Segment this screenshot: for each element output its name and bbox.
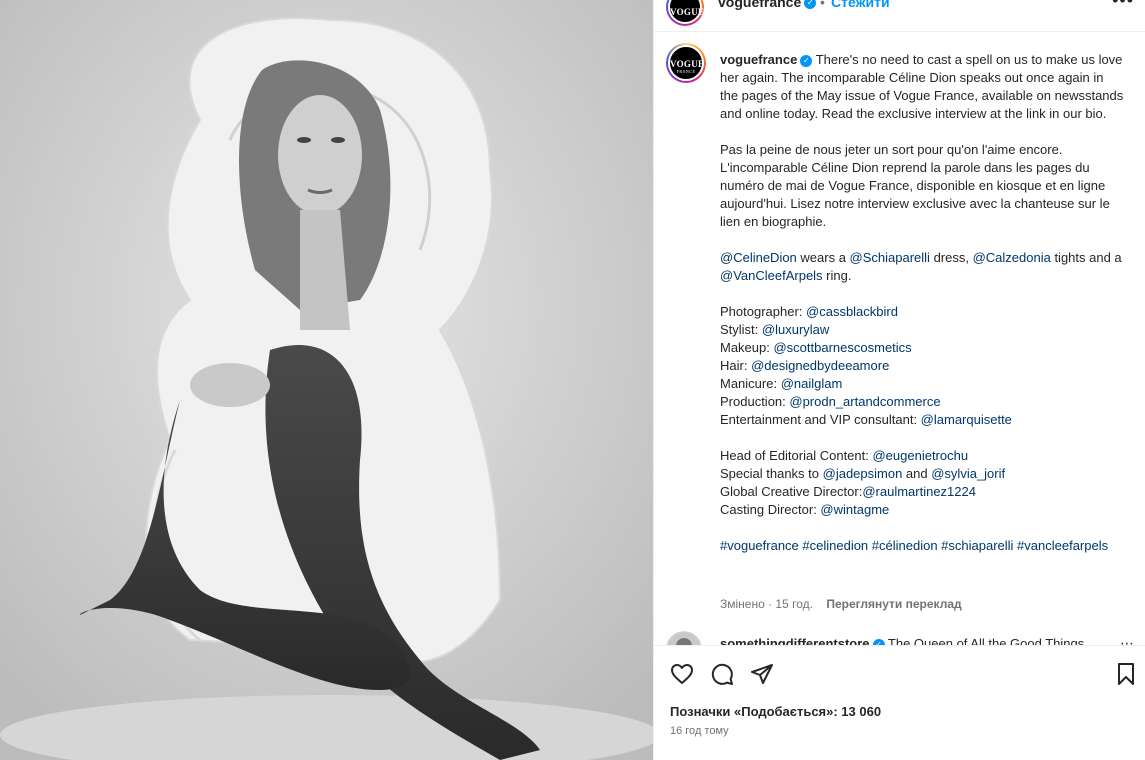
share-icon[interactable]	[748, 660, 776, 688]
header-username-text[interactable]: voguefrance	[718, 0, 801, 10]
credit-line: Global Creative Director:@raulmartinez12…	[720, 483, 1124, 501]
edited-timestamp: Змінено · 15 год.	[720, 597, 813, 611]
mention-link[interactable]: @lamarquisette	[921, 412, 1012, 427]
caption-text: tights and a	[1050, 250, 1122, 265]
mention-link[interactable]: @eugenietrochu	[872, 448, 968, 463]
credit-label: Head of Editorial Content:	[720, 448, 873, 463]
comment-text: The Queen of All the Good Things	[887, 636, 1085, 645]
more-icon[interactable]: •••	[1112, 0, 1134, 11]
comment-more-icon[interactable]: ⋯	[1120, 635, 1134, 645]
credit-line: Entertainment and VIP consultant: @lamar…	[720, 411, 1124, 429]
caption-avatar[interactable]: VOGUE FRANCE	[668, 45, 704, 81]
avatar-logo-text: VOGUE	[670, 7, 705, 17]
likes-count[interactable]: Позначки «Подобається»: 13 060	[670, 704, 881, 719]
credit-line: Casting Director: @wintagme	[720, 501, 1124, 519]
caption-username[interactable]: voguefrance	[720, 52, 797, 67]
credit-label: Manicure:	[720, 376, 781, 391]
credit-label: Makeup:	[720, 340, 774, 355]
comment-icon[interactable]	[708, 660, 736, 688]
mention-link[interactable]: @cassblackbird	[806, 304, 898, 319]
mention-link[interactable]: @nailglam	[781, 376, 843, 391]
post-header: VOGUE voguefrance ✓ • Стежити •••	[654, 0, 1145, 32]
caption-avatar-sub: FRANCE	[676, 69, 696, 74]
credit-line: Stylist: @luxurylaw	[720, 321, 1124, 339]
credit-label: Hair:	[720, 358, 752, 373]
mention-link[interactable]: @Calzedonia	[973, 250, 1051, 265]
credit-line: Special thanks to @jadepsimon and @sylvi…	[720, 465, 1124, 483]
header-separator: •	[820, 0, 825, 10]
photo-illustration	[0, 0, 653, 760]
post-photo[interactable]	[0, 0, 653, 760]
post-time: 16 год тому	[670, 725, 729, 737]
credit-line: Makeup: @scottbarnescosmetics	[720, 339, 1124, 357]
credit-label: and	[902, 466, 932, 481]
credit-line: Hair: @designedbydeeamore	[720, 357, 1124, 375]
credit-line: Photographer: @cassblackbird	[720, 303, 1124, 321]
credit-line: Production: @prodn_artandcommerce	[720, 393, 1124, 411]
header-avatar-ring[interactable]: VOGUE	[666, 0, 704, 26]
caption-text: wears a	[796, 250, 850, 265]
avatar[interactable]: VOGUE	[668, 0, 705, 24]
mention-link[interactable]: @prodn_artandcommerce	[789, 394, 940, 409]
comment: somethingdifferentstore ✓ The Queen of Al…	[720, 636, 1124, 645]
caption-text: ring.	[822, 268, 852, 283]
caption-text: dress,	[929, 250, 973, 265]
comment-username[interactable]: somethingdifferentstore	[720, 636, 870, 645]
credit-label: Special thanks to	[720, 466, 823, 481]
comments-section[interactable]: VOGUE FRANCE voguefrance ✓ There's no nee…	[654, 33, 1145, 645]
caption-avatar-ring[interactable]: VOGUE FRANCE	[666, 43, 706, 83]
mention-link[interactable]: @wintagme	[820, 502, 889, 517]
mention-link[interactable]: @designedbydeeamore	[751, 358, 889, 373]
credit-label: Entertainment and VIP consultant:	[720, 412, 921, 427]
mention-link[interactable]: @VanCleefArpels	[720, 268, 823, 283]
credit-label: Global Creative Director:	[720, 484, 863, 499]
follow-button[interactable]: Стежити	[831, 0, 890, 10]
see-translation-button[interactable]: Переглянути переклад	[826, 597, 961, 611]
verified-icon: ✓	[800, 54, 813, 67]
post-actions: Позначки «Подобається»: 13 060 16 год то…	[654, 645, 1145, 760]
header-username[interactable]: voguefrance ✓	[718, 0, 817, 10]
mention-link[interactable]: @scottbarnescosmetics	[773, 340, 911, 355]
credit-line: Head of Editorial Content: @eugenietroch…	[720, 447, 1124, 465]
caption-avatar-logo: VOGUE	[670, 59, 705, 69]
mention-link[interactable]: @Schiaparelli	[850, 250, 930, 265]
commenter-avatar[interactable]	[666, 631, 702, 645]
credit-label: Casting Director:	[720, 502, 821, 517]
post-caption: voguefrance ✓ There's no need to cast a s…	[720, 51, 1124, 555]
credit-label: Production:	[720, 394, 790, 409]
hashtags[interactable]: #voguefrance #celinedion #célinedion #sc…	[720, 537, 1124, 555]
caption-wear-line: @CelineDion wears a @Schiaparelli dress,…	[720, 249, 1124, 285]
credit-label: Stylist:	[720, 322, 762, 337]
post-side-panel: VOGUE voguefrance ✓ • Стежити ••• VOGUE F…	[653, 0, 1145, 760]
mention-link[interactable]: @raulmartinez1224	[862, 484, 976, 499]
caption-paragraph-fr: Pas la peine de nous jeter un sort pour …	[720, 142, 1110, 229]
mention-link[interactable]: @CelineDion	[720, 250, 797, 265]
mention-link[interactable]: @jadepsimon	[823, 466, 903, 481]
caption-paragraph-en: voguefrance ✓ There's no need to cast a s…	[720, 51, 1124, 123]
credit-line: Manicure: @nailglam	[720, 375, 1124, 393]
mention-link[interactable]: @sylvia_jorif	[931, 466, 1005, 481]
like-icon[interactable]	[668, 660, 696, 688]
verified-icon: ✓	[804, 0, 817, 10]
credit-label: Photographer:	[720, 304, 807, 319]
caption-meta: Змінено · 15 год. Переглянути переклад	[720, 597, 962, 611]
save-icon[interactable]	[1112, 660, 1140, 688]
mention-link[interactable]: @luxurylaw	[762, 322, 829, 337]
